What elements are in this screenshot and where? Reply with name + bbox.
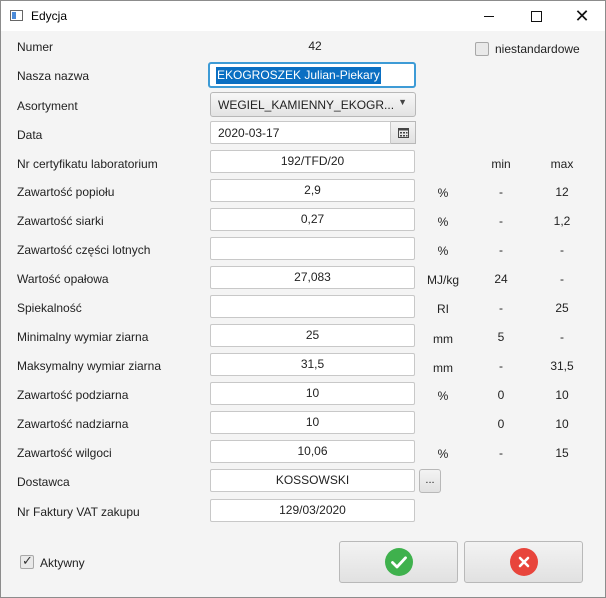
ok-button[interactable]: [339, 541, 458, 583]
param-label: Zawartość nadziarna: [17, 417, 129, 431]
param-min: 5: [497, 330, 505, 344]
aktywny-checkbox[interactable]: [20, 553, 34, 569]
nasza-nazwa-selected-text: EKOGROSZEK Julian-Piekary: [216, 67, 381, 84]
param-label: Zawartość wilgoci: [17, 446, 112, 460]
dostawca-input[interactable]: KOSSOWSKI: [210, 469, 415, 492]
param-min: -: [499, 301, 503, 315]
aktywny-label: Aktywny: [40, 556, 85, 570]
param-max: 25: [555, 301, 569, 315]
niestandardowe-checkbox[interactable]: [475, 42, 489, 56]
param-input[interactable]: [210, 295, 415, 318]
param-label: Zawartość podziarna: [17, 388, 129, 402]
nr-faktury-label: Nr Faktury VAT zakupu: [17, 505, 140, 519]
param-min: -: [499, 359, 503, 373]
window-title: Edycja: [31, 9, 68, 23]
param-max: 12: [555, 185, 569, 199]
nr-certyfikatu-label: Nr certyfikatu laboratorium: [17, 157, 158, 171]
app-icon: [10, 10, 23, 21]
cancel-button[interactable]: [464, 541, 583, 583]
asortyment-value: WEGIEL_KAMIENNY_EKOGR...: [218, 98, 395, 112]
param-unit: %: [437, 244, 449, 258]
nr-certyfikatu-input[interactable]: 192/TFD/20: [210, 150, 415, 173]
param-label: Minimalny wymiar ziarna: [17, 330, 149, 344]
param-min: 24: [494, 272, 508, 286]
close-button[interactable]: ✕: [559, 1, 605, 31]
check-icon: [384, 548, 413, 576]
numer-label: Numer: [17, 40, 54, 54]
maximize-button[interactable]: [513, 1, 559, 31]
param-unit: mm: [433, 332, 453, 346]
close-icon: ✕: [574, 6, 590, 26]
param-min: -: [499, 243, 503, 257]
minimize-button[interactable]: [466, 1, 512, 31]
param-label: Zawartość siarki: [17, 214, 104, 228]
param-input[interactable]: 31,5: [210, 353, 415, 376]
title-bar[interactable]: Edycja ✕: [1, 1, 605, 31]
maximize-icon: [530, 10, 542, 22]
calendar-icon: [397, 127, 409, 138]
param-label: Maksymalny wymiar ziarna: [17, 359, 162, 373]
dostawca-label: Dostawca: [17, 475, 70, 489]
min-column-header: min: [491, 157, 511, 171]
date-value: 2020-03-17: [218, 126, 280, 140]
param-max: 10: [555, 388, 569, 402]
cancel-icon: [509, 548, 538, 576]
param-unit: %: [437, 186, 449, 200]
param-input[interactable]: 10: [210, 411, 415, 434]
param-max: 1,2: [553, 214, 571, 228]
edit-dialog: Edycja ✕ Numer 42 niestandardowe Nasza n…: [0, 0, 606, 598]
param-input[interactable]: 2,9: [210, 179, 415, 202]
param-label: Spiekalność: [17, 301, 82, 315]
param-min: 0: [497, 417, 505, 431]
param-input[interactable]: [210, 237, 415, 260]
param-input[interactable]: 0,27: [210, 208, 415, 231]
param-max: 31,5: [550, 359, 574, 373]
param-unit: %: [437, 389, 449, 403]
chevron-down-icon: ▼: [398, 97, 407, 107]
date-picker-button[interactable]: [391, 121, 416, 144]
max-column-header: max: [550, 157, 574, 171]
nasza-nazwa-input[interactable]: EKOGROSZEK Julian-Piekary: [208, 62, 416, 88]
param-min: -: [499, 185, 503, 199]
nr-faktury-input[interactable]: 129/03/2020: [210, 499, 415, 522]
data-label: Data: [17, 128, 43, 142]
param-min: -: [499, 214, 503, 228]
param-unit: RI: [437, 302, 449, 316]
param-max: -: [560, 243, 564, 257]
param-min: -: [499, 446, 503, 460]
asortyment-label: Asortyment: [17, 99, 78, 113]
dostawca-browse-button[interactable]: ...: [419, 469, 441, 493]
param-max: 10: [555, 417, 569, 431]
date-input[interactable]: 2020-03-17: [210, 121, 391, 144]
param-input[interactable]: 10: [210, 382, 415, 405]
param-max: 15: [555, 446, 569, 460]
minimize-icon: [484, 15, 494, 17]
param-label: Wartość opałowa: [17, 272, 109, 286]
param-input[interactable]: 10,06: [210, 440, 415, 463]
param-max: -: [560, 272, 564, 286]
param-unit: %: [437, 215, 449, 229]
param-label: Zawartość popiołu: [17, 185, 115, 199]
param-max: -: [560, 330, 564, 344]
asortyment-select[interactable]: WEGIEL_KAMIENNY_EKOGR... ▼: [210, 92, 416, 117]
param-label: Zawartość części lotnych: [17, 243, 151, 257]
param-input[interactable]: 27,083: [210, 266, 415, 289]
param-unit: %: [437, 447, 449, 461]
param-unit: mm: [433, 361, 453, 375]
niestandardowe-label: niestandardowe: [495, 42, 580, 56]
param-min: 0: [497, 388, 505, 402]
param-unit: MJ/kg: [426, 273, 459, 287]
param-input[interactable]: 25: [210, 324, 415, 347]
nasza-nazwa-label: Nasza nazwa: [17, 69, 90, 83]
numer-value: 42: [308, 39, 322, 53]
